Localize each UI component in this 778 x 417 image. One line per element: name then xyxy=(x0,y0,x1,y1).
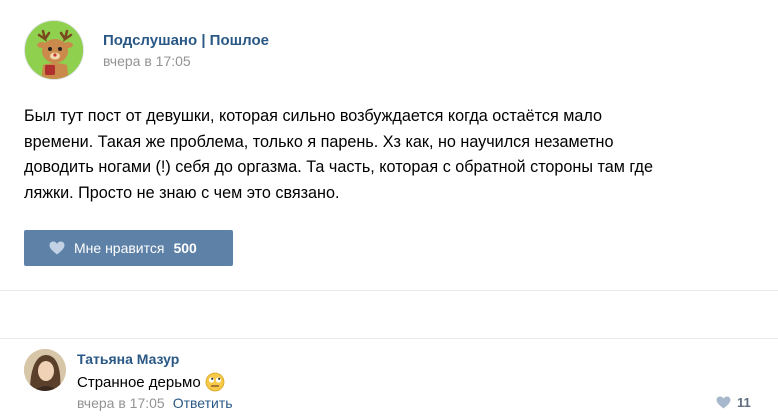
face-with-rolling-eyes-icon xyxy=(205,372,225,392)
group-avatar[interactable] xyxy=(24,20,84,80)
deer-mascot-icon xyxy=(25,21,83,79)
comment-text: Странное дерьмо xyxy=(77,372,225,392)
like-label: Мне нравится xyxy=(74,240,165,256)
commenter-avatar[interactable] xyxy=(24,349,66,391)
post-text-line: времени. Такая же проблема, только я пар… xyxy=(24,132,614,151)
post: Подслушано | Пошлое вчера в 17:05 Был ту… xyxy=(0,0,778,292)
user-photo-icon xyxy=(24,349,66,391)
comment-like-button[interactable]: 11 xyxy=(716,395,751,410)
comment-like-count: 11 xyxy=(737,395,751,410)
heart-icon xyxy=(49,241,65,255)
group-name-link[interactable]: Подслушано | Пошлое xyxy=(103,32,269,49)
comment-text-content: Странное дерьмо xyxy=(77,373,201,391)
heart-icon xyxy=(716,396,731,409)
comment: Татьяна Мазур Странное дерьмо вчера в 17… xyxy=(0,339,778,417)
post-divider xyxy=(0,290,778,339)
like-button[interactable]: Мне нравится 500 xyxy=(24,230,233,266)
post-text-line: ляжки. Просто не знаю с чем это связано. xyxy=(24,183,340,202)
comment-timestamp[interactable]: вчера в 17:05 xyxy=(77,395,165,411)
comment-author-link[interactable]: Татьяна Мазур xyxy=(77,351,179,367)
like-count: 500 xyxy=(173,240,197,256)
post-text-line: доводить ногами (!) себя до оргазма. Та … xyxy=(24,158,653,176)
reply-link[interactable]: Ответить xyxy=(173,395,233,411)
post-timestamp[interactable]: вчера в 17:05 xyxy=(103,53,191,69)
post-text-line: Был тут пост от девушки, которая сильно … xyxy=(24,107,602,125)
post-text: Был тут пост от девушки, которая сильно … xyxy=(24,104,754,206)
comment-meta: вчера в 17:05 Ответить xyxy=(77,395,233,411)
